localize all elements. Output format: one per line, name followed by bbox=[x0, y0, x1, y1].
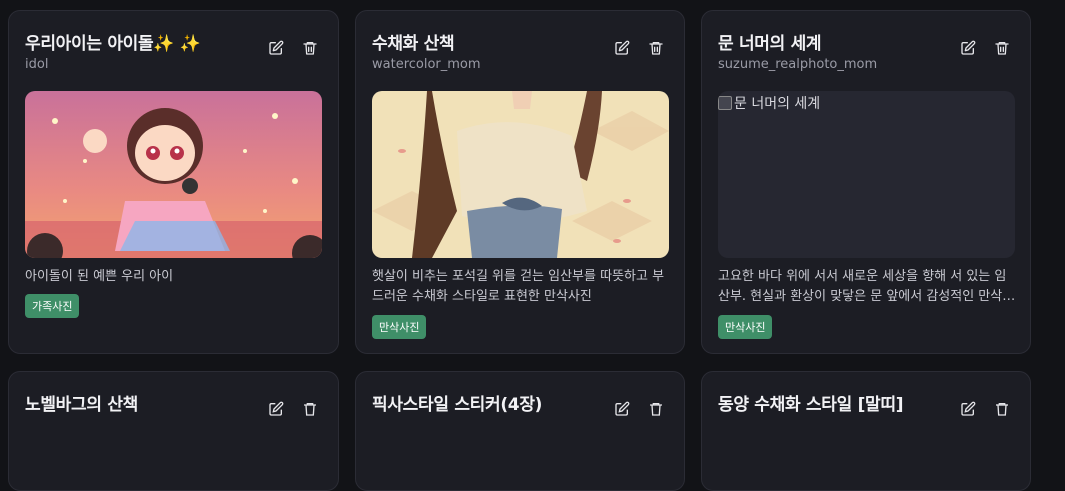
edit-button[interactable] bbox=[266, 38, 286, 58]
card-title: 동양 수채화 스타일 [말띠] bbox=[718, 395, 904, 415]
edit-button[interactable] bbox=[958, 38, 978, 58]
card-image[interactable] bbox=[25, 91, 322, 258]
gallery-card[interactable]: 문 너머의 세계 suzume_realphoto_mom 문 너머의 세계 고… bbox=[701, 10, 1031, 354]
pencil-square-icon bbox=[269, 40, 284, 55]
card-title: 픽사스타일 스티커(4장) bbox=[372, 395, 543, 415]
category-badge: 만삭사진 bbox=[718, 315, 773, 339]
trash-icon bbox=[996, 403, 1008, 416]
broken-image-icon bbox=[718, 96, 732, 110]
edit-button[interactable] bbox=[958, 399, 978, 419]
card-description: 고요한 바다 위에 서서 새로운 세상을 향해 서 있는 임산부. 현실과 환상… bbox=[718, 269, 1015, 304]
pencil-square-icon bbox=[615, 401, 630, 416]
pencil-square-icon bbox=[961, 40, 976, 55]
delete-button[interactable] bbox=[300, 399, 320, 419]
gallery-card[interactable]: 노벨바그의 산책 bbox=[8, 371, 339, 491]
card-description: 아이돌이 된 예쁜 우리 아이 bbox=[25, 269, 174, 284]
watercolor-maternity-illustration bbox=[372, 91, 669, 258]
card-title: 우리아이는 아이돌✨ ✨ bbox=[25, 34, 201, 54]
trash-icon bbox=[650, 403, 662, 416]
delete-button[interactable] bbox=[992, 399, 1012, 419]
trash-icon bbox=[649, 42, 663, 55]
idol-illustration bbox=[25, 91, 322, 258]
edit-button[interactable] bbox=[266, 399, 286, 419]
card-image[interactable]: 문 너머의 세계 bbox=[718, 91, 1015, 258]
card-author: watercolor_mom bbox=[372, 57, 481, 72]
card-author: idol bbox=[25, 57, 49, 72]
card-title: 노벨바그의 산책 bbox=[25, 395, 138, 415]
card-author: suzume_realphoto_mom bbox=[718, 57, 878, 72]
pencil-square-icon bbox=[961, 401, 976, 416]
pencil-square-icon bbox=[269, 401, 284, 416]
edit-button[interactable] bbox=[612, 399, 632, 419]
trash-icon bbox=[304, 403, 316, 416]
gallery-card[interactable]: 동양 수채화 스타일 [말띠] bbox=[701, 371, 1031, 491]
trash-icon bbox=[303, 42, 317, 55]
category-badge: 가족사진 bbox=[25, 294, 80, 318]
image-alt-text: 문 너머의 세계 bbox=[734, 96, 821, 112]
delete-button[interactable] bbox=[992, 38, 1012, 58]
broken-image-placeholder: 문 너머의 세계 bbox=[718, 93, 820, 113]
card-title: 문 너머의 세계 bbox=[718, 34, 822, 54]
card-description: 햇살이 비추는 포석길 위를 걷는 임산부를 따뜻하고 부드러운 수채화 스타일… bbox=[372, 269, 665, 304]
gallery-card[interactable]: 수채화 산책 watercolor_mom 햇살이 비추는 포석길 위를 걷는 … bbox=[355, 10, 685, 354]
card-image[interactable] bbox=[372, 91, 669, 258]
gallery-card[interactable]: 우리아이는 아이돌✨ ✨ idol 아이돌이 된 예쁜 우리 아이 가족사진 bbox=[8, 10, 339, 354]
pencil-square-icon bbox=[615, 40, 630, 55]
gallery-card[interactable]: 픽사스타일 스티커(4장) bbox=[355, 371, 685, 491]
delete-button[interactable] bbox=[646, 399, 666, 419]
trash-icon bbox=[995, 42, 1009, 55]
edit-button[interactable] bbox=[612, 38, 632, 58]
card-title: 수채화 산책 bbox=[372, 34, 455, 54]
delete-button[interactable] bbox=[646, 38, 666, 58]
delete-button[interactable] bbox=[300, 38, 320, 58]
category-badge: 만삭사진 bbox=[372, 315, 427, 339]
